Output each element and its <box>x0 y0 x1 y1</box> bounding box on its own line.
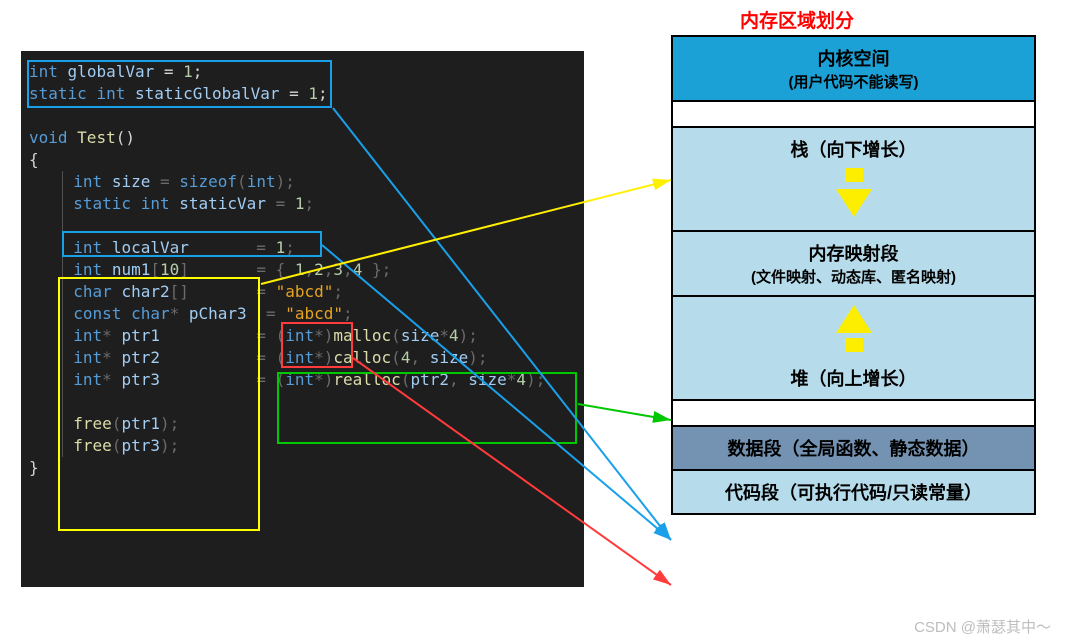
region-code: 代码段（可执行代码/只读常量） <box>673 471 1034 513</box>
memory-layout-table: 内核空间 (用户代码不能读写) 栈（向下增长） 内存映射段 (文件映射、动态库、… <box>671 35 1036 515</box>
region-mmap: 内存映射段 (文件映射、动态库、匿名映射) <box>673 232 1034 297</box>
arrow-up-icon <box>836 305 872 333</box>
diagram-title: 内存区域划分 <box>740 6 854 33</box>
arrow-down-icon <box>836 189 872 217</box>
watermark: CSDN @萧瑟其中～ <box>914 616 1051 637</box>
region-data: 数据段（全局函数、静态数据） <box>673 427 1034 471</box>
region-gap <box>673 102 1034 128</box>
region-gap2 <box>673 401 1034 427</box>
box-heapcalls <box>277 372 577 444</box>
region-kernel: 内核空间 (用户代码不能读写) <box>673 37 1034 102</box>
box-locals <box>58 277 260 531</box>
box-staticvar <box>62 231 322 257</box>
region-stack: 栈（向下增长） <box>673 128 1034 232</box>
box-strings <box>281 322 353 368</box>
box-globals <box>27 60 332 108</box>
region-heap: 堆（向上增长） <box>673 297 1034 401</box>
